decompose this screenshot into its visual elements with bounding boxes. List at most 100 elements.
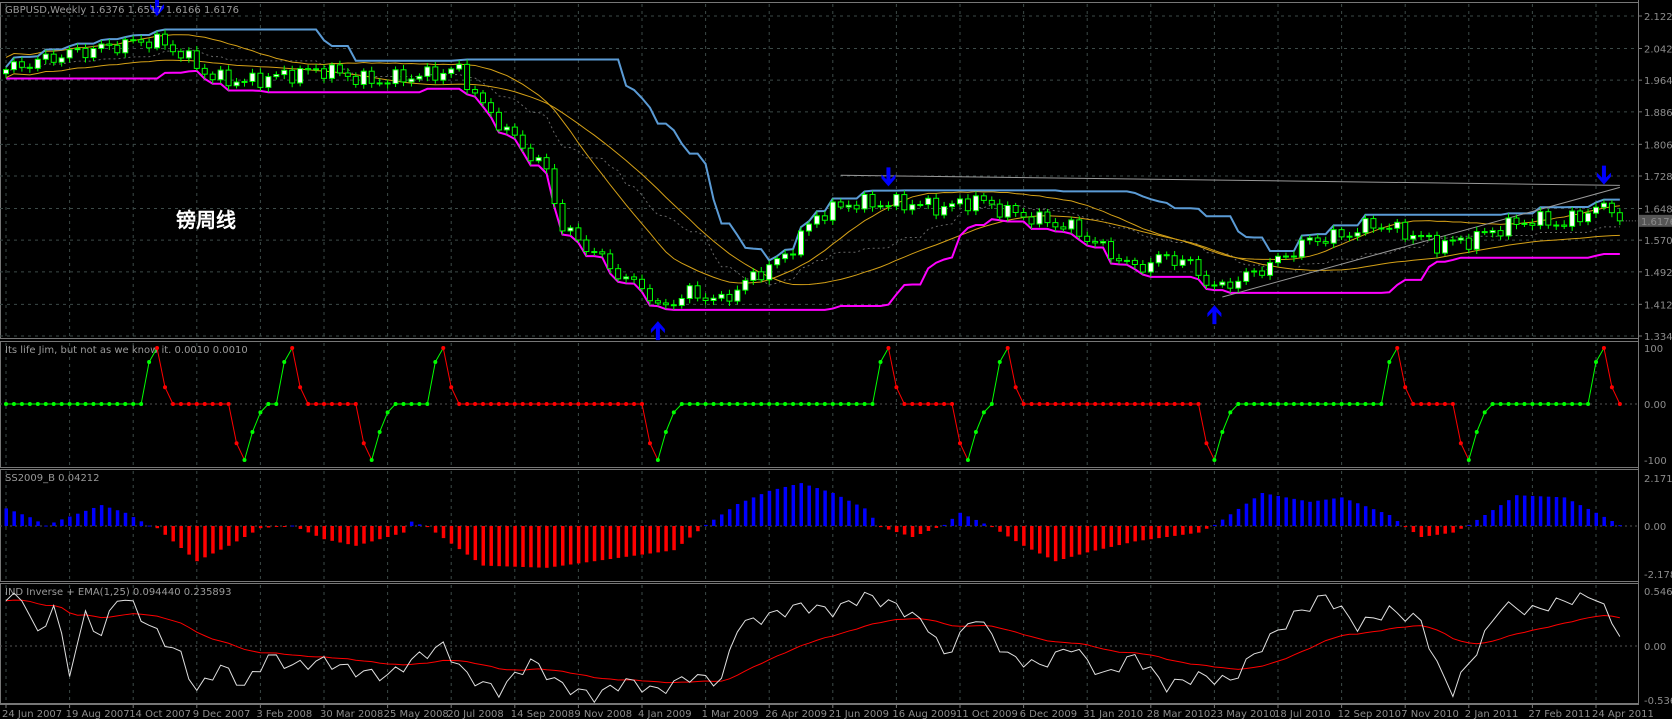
- jim-point: [767, 402, 772, 406]
- histogram-bar: [950, 518, 955, 526]
- candle-body: [328, 64, 335, 79]
- candle-body: [1314, 237, 1321, 243]
- candle-body: [726, 293, 733, 302]
- candle-body: [1553, 224, 1560, 227]
- candle-body: [591, 251, 598, 254]
- date-label: 6 Dec 2009: [1020, 709, 1078, 719]
- candle-body: [472, 89, 479, 94]
- jim-point: [854, 402, 859, 406]
- histogram-bar: [378, 526, 382, 540]
- candle-body: [162, 33, 168, 46]
- histogram-bar: [1022, 526, 1026, 546]
- histogram-bar: [1316, 500, 1320, 526]
- histogram-bar: [640, 526, 644, 555]
- candle-body: [384, 82, 391, 85]
- jim-point: [1363, 402, 1368, 406]
- jim-point: [1077, 402, 1082, 406]
- candle-body: [1139, 264, 1146, 273]
- jim-point: [822, 402, 827, 406]
- candle-body: [1235, 280, 1242, 289]
- jim-point: [1546, 402, 1551, 406]
- jim-point: [488, 402, 493, 406]
- candle-body: [1569, 210, 1576, 227]
- candle-body: [487, 102, 494, 113]
- indicator-tick-label: -0.5365: [1644, 696, 1672, 707]
- jim-point: [1315, 402, 1320, 406]
- candle-body: [1108, 241, 1115, 260]
- histogram-bar: [1554, 497, 1559, 526]
- jim-segment: [426, 361, 436, 405]
- histogram-bar: [1014, 526, 1018, 542]
- jim-segment: [887, 347, 897, 388]
- price-tick-label: 1.5700: [1644, 236, 1672, 247]
- jim-point: [989, 402, 994, 406]
- candle-body: [1100, 241, 1107, 244]
- jim-point: [671, 410, 676, 415]
- candle-body: [957, 198, 963, 205]
- jim-segment: [1396, 347, 1406, 388]
- histogram-bar: [807, 485, 811, 526]
- histogram-bar: [584, 526, 589, 563]
- candle-body: [249, 72, 256, 82]
- jim-point: [981, 410, 986, 415]
- jim-point: [504, 402, 509, 406]
- date-label: 7 Nov 2010: [1401, 709, 1459, 719]
- candle-body: [599, 251, 606, 255]
- candle-body: [1378, 227, 1385, 230]
- jim-point: [1395, 346, 1400, 350]
- histogram-bar: [624, 526, 629, 557]
- candle-body: [74, 47, 81, 51]
- histogram-bar: [735, 504, 740, 526]
- histogram-bar: [863, 508, 867, 526]
- candle-body: [1116, 258, 1122, 262]
- jim-point: [1069, 402, 1074, 406]
- histogram-bar: [235, 526, 239, 542]
- histogram-bar: [1308, 501, 1312, 526]
- candle-body: [583, 239, 590, 253]
- date-label: 9 Dec 2007: [193, 709, 251, 719]
- jim-point: [624, 402, 629, 406]
- jim-point: [1347, 402, 1352, 406]
- candle-body: [1203, 274, 1210, 286]
- jim-point: [592, 402, 597, 406]
- jim-point: [1586, 402, 1591, 406]
- histogram-bar: [409, 521, 414, 526]
- jim-segment: [1587, 361, 1597, 405]
- histogram-bar: [449, 526, 454, 544]
- histogram-bar: [425, 526, 430, 528]
- jim-segment: [657, 431, 667, 461]
- candle-body: [90, 48, 97, 59]
- histogram-bar: [871, 517, 875, 526]
- jim-point: [123, 402, 128, 406]
- jim-point: [1045, 402, 1050, 406]
- candle-body: [1481, 231, 1488, 234]
- candle-body: [1354, 232, 1361, 237]
- trading-chart[interactable]: 24 Jun 2007 19 Aug 2007 14 Oct 2007 9 Dec 2…: [0, 0, 1672, 719]
- candle-body: [122, 39, 129, 54]
- candle-body: [1465, 237, 1472, 250]
- jim-point: [35, 402, 40, 406]
- candle-body: [209, 73, 216, 81]
- jim-point: [19, 402, 24, 406]
- jim-point: [385, 410, 390, 415]
- histogram-bar: [330, 526, 334, 541]
- candle-body: [575, 227, 582, 241]
- candle-body: [130, 39, 137, 42]
- candle-body: [1306, 237, 1313, 241]
- jim-segment: [1452, 403, 1462, 444]
- jim-point: [1228, 410, 1233, 415]
- histogram-bar: [203, 526, 207, 558]
- jim-point: [1538, 402, 1543, 406]
- jim-point: [735, 402, 740, 406]
- histogram-bar: [250, 526, 255, 533]
- candle-body: [313, 68, 320, 71]
- histogram-bar: [855, 504, 859, 526]
- candle-body: [241, 80, 248, 83]
- candle-body: [257, 72, 264, 88]
- histogram-bar: [1284, 497, 1288, 526]
- ema-line: [5, 599, 1620, 684]
- jim-point: [337, 402, 342, 406]
- candle-body: [1131, 259, 1138, 266]
- jim-point: [1609, 385, 1614, 390]
- jim-point: [1140, 402, 1145, 406]
